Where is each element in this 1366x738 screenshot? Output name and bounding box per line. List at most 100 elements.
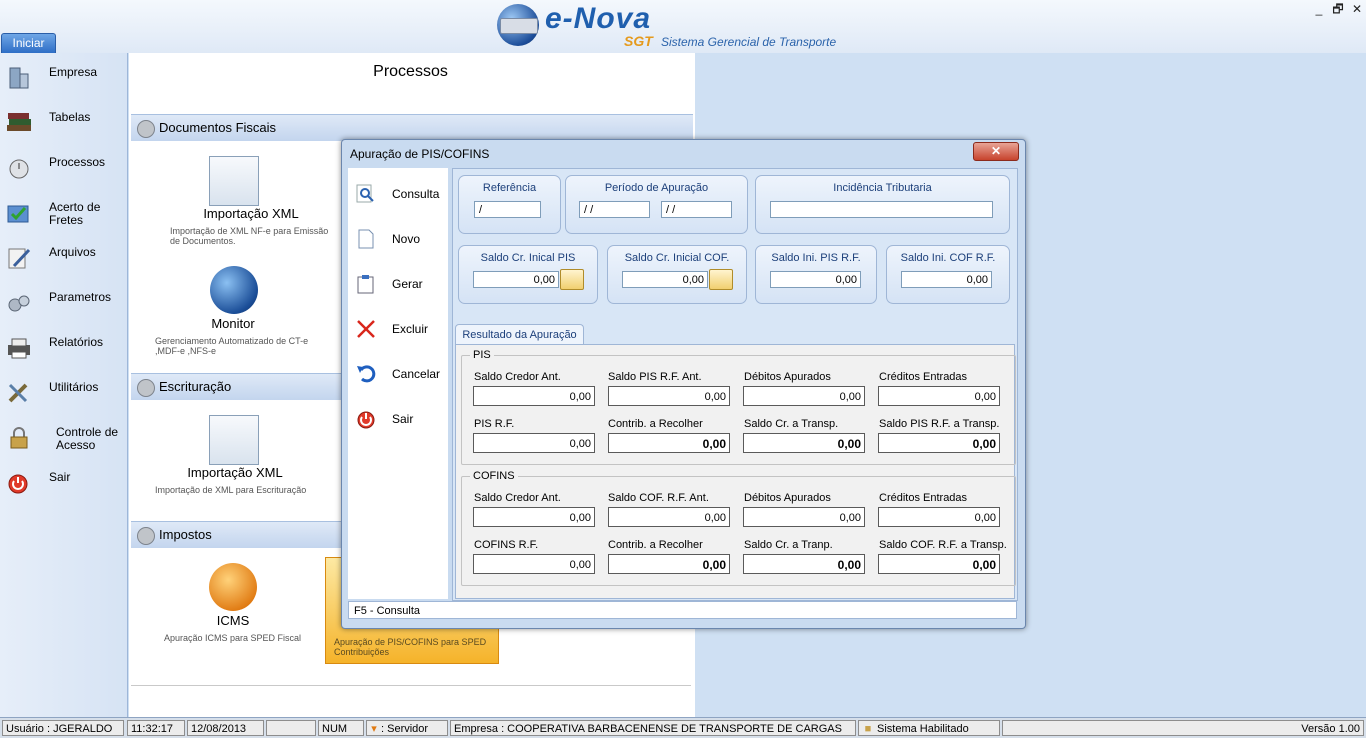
magnifier-icon bbox=[356, 184, 376, 204]
status-empresa: Empresa : COOPERATIVA BARBACENENSE DE TR… bbox=[450, 720, 856, 736]
gerar-button[interactable]: Gerar bbox=[348, 266, 448, 300]
sidebar-item-empresa[interactable]: Empresa bbox=[4, 58, 124, 98]
pis-saldo-rf-transp-input[interactable]: 0,00 bbox=[878, 433, 1000, 453]
periodo-inicio-input[interactable]: / / bbox=[579, 201, 650, 218]
sidebar-item-tabelas[interactable]: Tabelas bbox=[4, 103, 124, 143]
pis-saldo-rf-ant-input[interactable]: 0,00 bbox=[608, 386, 730, 406]
section-documentos-fiscais: Documentos Fiscais bbox=[131, 114, 693, 141]
saldo-ini-pis-rf-input[interactable]: 0,00 bbox=[770, 271, 861, 288]
tools-icon bbox=[6, 381, 32, 405]
saldo-cr-cof-input[interactable]: 0,00 bbox=[622, 271, 708, 288]
sidebar-item-arquivos[interactable]: Arquivos bbox=[4, 238, 124, 278]
coins-icon bbox=[209, 563, 257, 611]
page-title: Processos bbox=[373, 63, 448, 80]
document-pen-icon bbox=[6, 246, 32, 270]
sidebar-item-relatorios[interactable]: Relatórios bbox=[4, 328, 124, 368]
logo-subtitle: Sistema Gerencial de Transporte bbox=[661, 35, 837, 49]
novo-button[interactable]: Novo bbox=[348, 221, 448, 255]
books-icon bbox=[6, 111, 32, 135]
sidebar-item-parametros[interactable]: Parametros bbox=[4, 283, 124, 323]
title-bar: e-Nova SGT Sistema Gerencial de Transpor… bbox=[0, 0, 1366, 53]
cancelar-button[interactable]: Cancelar bbox=[348, 356, 448, 390]
cofins-contrib-recolher-input[interactable]: 0,00 bbox=[608, 554, 730, 574]
cofins-rf-input[interactable]: 0,00 bbox=[473, 554, 595, 574]
stopwatch-icon bbox=[137, 527, 155, 545]
referencia-group: Referência / bbox=[458, 175, 561, 234]
cofins-saldo-rf-ant-input[interactable]: 0,00 bbox=[608, 507, 730, 527]
saldo-cr-cof-group: Saldo Cr. Inicial COF. 0,00 bbox=[607, 245, 747, 304]
restore-button[interactable]: 🗗 bbox=[1329, 2, 1347, 16]
sidebar-item-utilitarios[interactable]: Utilitários bbox=[4, 373, 124, 413]
calculator-icon[interactable] bbox=[560, 269, 584, 290]
pis-saldo-cr-transp-input[interactable]: 0,00 bbox=[743, 433, 865, 453]
sidebar-item-sair[interactable]: Sair bbox=[4, 463, 124, 503]
status-data: 12/08/2013 bbox=[187, 720, 264, 736]
carrot-icon: ▾ bbox=[371, 723, 377, 735]
status-usuario: Usuário : JGERALDO bbox=[2, 720, 124, 736]
minimize-button[interactable]: _ bbox=[1310, 2, 1328, 16]
close-button[interactable]: ✕ bbox=[1348, 2, 1366, 16]
status-sistema: ■ Sistema Habilitado bbox=[858, 720, 1000, 736]
pis-fieldset: PIS Saldo Credor Ant. 0,00 Saldo PIS R.F… bbox=[461, 349, 1016, 465]
sair-button[interactable]: Sair bbox=[348, 401, 448, 435]
clipboard-icon bbox=[356, 274, 376, 294]
saldo-cr-pis-group: Saldo Cr. Inical PIS 0,00 bbox=[458, 245, 598, 304]
cofins-creditos-entradas-input[interactable]: 0,00 bbox=[878, 507, 1000, 527]
padlock-icon bbox=[6, 426, 32, 450]
consulta-button[interactable]: Consulta bbox=[348, 176, 448, 210]
dialog-status-bar: F5 - Consulta bbox=[348, 601, 1017, 619]
power-icon bbox=[6, 471, 32, 495]
tile-icms[interactable]: ICMS Apuração ICMS para SPED Fiscal bbox=[153, 563, 313, 663]
saldo-ini-cof-rf-group: Saldo Ini. COF R.F. 0,00 bbox=[886, 245, 1010, 304]
saldo-cr-pis-input[interactable]: 0,00 bbox=[473, 271, 559, 288]
status-blank bbox=[266, 720, 316, 736]
sidebar-item-processos[interactable]: Processos bbox=[4, 148, 124, 188]
resultado-area: PIS Saldo Credor Ant. 0,00 Saldo PIS R.F… bbox=[455, 344, 1016, 599]
cofins-saldo-rf-transp-input[interactable]: 0,00 bbox=[878, 554, 1000, 574]
sidebar-item-controle-acesso[interactable]: Controle de Acesso bbox=[4, 418, 124, 458]
incidencia-input[interactable] bbox=[770, 201, 993, 218]
logo-sgt: SGT bbox=[624, 33, 653, 49]
sidebar-item-acerto-fretes[interactable]: Acerto de Fretes bbox=[4, 193, 124, 233]
pis-contrib-recolher-input[interactable]: 0,00 bbox=[608, 433, 730, 453]
cofins-saldo-cr-transp-input[interactable]: 0,00 bbox=[743, 554, 865, 574]
pis-rf-input[interactable]: 0,00 bbox=[473, 433, 595, 453]
divider bbox=[131, 685, 691, 686]
sidebar: Empresa Tabelas Processos Acerto de Fret… bbox=[0, 53, 128, 717]
saldo-ini-cof-rf-input[interactable]: 0,00 bbox=[901, 271, 992, 288]
tile-monitor[interactable]: Monitor Gerenciamento Automatizado de CT… bbox=[153, 266, 313, 366]
building-icon bbox=[6, 66, 32, 90]
undo-icon bbox=[356, 364, 376, 384]
stopwatch-icon bbox=[137, 120, 155, 138]
status-num: NUM bbox=[318, 720, 364, 736]
periodo-group: Período de Apuração / / / / bbox=[565, 175, 748, 234]
tile-importacao-xml[interactable]: Importação XML Importação de XML NF-e pa… bbox=[167, 156, 328, 256]
stopwatch-icon bbox=[6, 156, 32, 180]
dialog-close-button[interactable]: ✕ bbox=[973, 142, 1019, 161]
key-icon: ■ bbox=[864, 723, 872, 735]
logo-text: e-Nova bbox=[545, 2, 652, 35]
power-icon bbox=[356, 409, 376, 429]
delete-x-icon bbox=[356, 319, 376, 339]
cofins-debitos-apurados-input[interactable]: 0,00 bbox=[743, 507, 865, 527]
tab-resultado-apuracao[interactable]: Resultado da Apuração bbox=[455, 324, 584, 345]
checkmark-document-icon bbox=[6, 201, 32, 225]
pis-saldo-credor-ant-input[interactable]: 0,00 bbox=[473, 386, 595, 406]
tile-importacao-xml-escrituracao[interactable]: Importação XML Importação de XML para Es… bbox=[153, 415, 313, 515]
referencia-input[interactable]: / bbox=[474, 201, 541, 218]
calculator-icon[interactable] bbox=[709, 269, 733, 290]
pis-creditos-entradas-input[interactable]: 0,00 bbox=[878, 386, 1000, 406]
apuracao-pis-cofins-dialog: Apuração de PIS/COFINS ✕ Consulta Novo G… bbox=[341, 139, 1026, 629]
dialog-title: Apuração de PIS/COFINS bbox=[350, 147, 490, 161]
tab-iniciar[interactable]: Iniciar bbox=[1, 33, 56, 53]
cofins-saldo-credor-ant-input[interactable]: 0,00 bbox=[473, 507, 595, 527]
status-hora: 11:32:17 bbox=[127, 720, 185, 736]
periodo-fim-input[interactable]: / / bbox=[661, 201, 732, 218]
status-versao: Versão 1.00 bbox=[1002, 720, 1364, 736]
status-bar: Usuário : JGERALDO 11:32:17 12/08/2013 N… bbox=[0, 717, 1366, 738]
cofins-fieldset: COFINS Saldo Credor Ant. 0,00 Saldo COF.… bbox=[461, 470, 1016, 586]
pis-debitos-apurados-input[interactable]: 0,00 bbox=[743, 386, 865, 406]
excluir-button[interactable]: Excluir bbox=[348, 311, 448, 345]
dialog-body: Referência / Período de Apuração / / / /… bbox=[452, 168, 1018, 601]
dialog-toolbar: Consulta Novo Gerar Excluir Cancelar Sai… bbox=[348, 168, 448, 599]
